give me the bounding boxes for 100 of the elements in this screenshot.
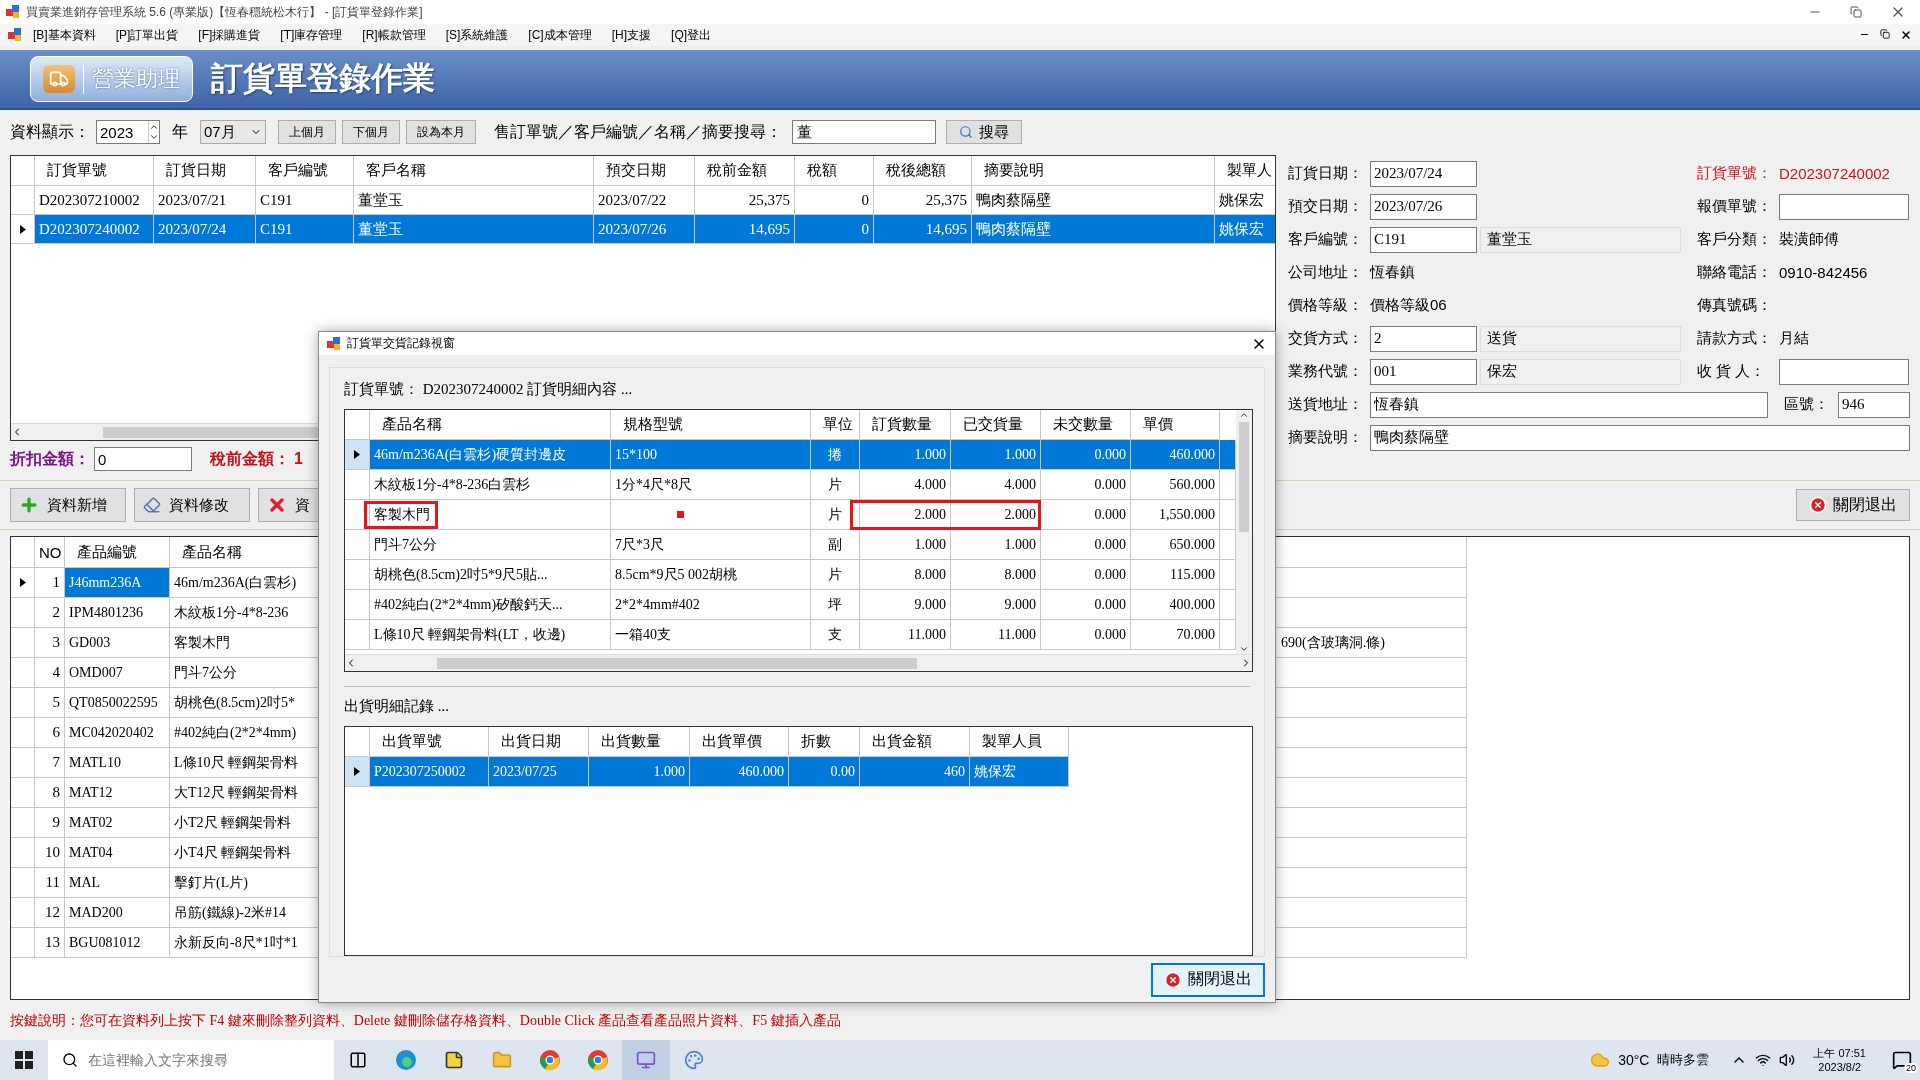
down-icon[interactable]	[149, 132, 159, 142]
action-button[interactable]: 資料修改	[134, 488, 250, 522]
horizontal-scrollbar[interactable]	[345, 654, 1252, 672]
field-label: 訂貨單號：	[1697, 164, 1773, 183]
table-cell: 11.000	[860, 620, 951, 651]
text-field[interactable]: 946	[1838, 391, 1910, 418]
field-label: 預交日期：	[1288, 197, 1364, 216]
row-header[interactable]	[345, 757, 370, 788]
name-display: 送貨	[1480, 325, 1681, 352]
row-header[interactable]	[11, 568, 35, 598]
table-cell: 姚保宏	[970, 757, 1069, 788]
table-row[interactable]: 胡桃色(8.5cm)2吋5*9尺5貼... 8.5cm*9尺5 002胡桃 片 8.000 8.000 0.000 115.000	[345, 560, 1236, 591]
table-row[interactable]: 客製木門 片 2.000 2.000 0.000 1,550.000	[345, 500, 1236, 531]
field-label: 交貨方式：	[1288, 329, 1364, 348]
close-icon[interactable]	[1900, 29, 1912, 41]
table-row[interactable]: #402純白(2*2*4mm)矽酸鈣天... 2*2*4mm#402 坪 9.000 9.000 0.000 400.000	[345, 590, 1236, 621]
text-field[interactable]: 2023/07/26	[1370, 193, 1477, 220]
table-cell: MC042020402	[65, 718, 170, 748]
weather-icon	[1590, 1050, 1611, 1070]
up-icon[interactable]	[149, 122, 159, 132]
search-field[interactable]: 董	[792, 120, 936, 144]
field-label: 摘要說明：	[1288, 428, 1364, 447]
close-button[interactable]: 關閉退出	[1151, 962, 1265, 997]
order-number: D202307240002	[1779, 165, 1890, 182]
badge-label: 營業助理	[83, 64, 180, 94]
vertical-scrollbar[interactable]	[1236, 410, 1252, 655]
table-cell: 2023/07/25	[489, 757, 589, 788]
row-pointer-icon	[19, 578, 26, 587]
table-cell: QT0850022595	[65, 688, 170, 718]
menu-item[interactable]: [T]庫存管理	[271, 24, 352, 46]
month-button[interactable]: 設為本月	[406, 120, 476, 144]
app-window-icon[interactable]	[622, 1040, 670, 1080]
table-cell: P202307250002	[370, 757, 489, 788]
row-pointer-icon	[354, 450, 360, 460]
table-cell: L條10尺 輕鋼架骨料(LT，收邊)	[370, 620, 611, 651]
field-value: 價格等級06	[1370, 296, 1447, 315]
table-cell: C191	[256, 215, 354, 244]
table-row[interactable]: 46m/m236A(白雲杉)硬質封邊皮 15*100 捲 1.000 1.000 0.000 460.000	[345, 440, 1236, 471]
month-dropdown[interactable]: 07月	[200, 120, 266, 144]
clock[interactable]: 上午 07:51 2023/8/2	[1803, 1046, 1876, 1074]
month-button[interactable]: 下個月	[342, 120, 400, 144]
menu-item[interactable]: [B]基本資料	[24, 24, 105, 46]
dialog-title: 訂貨單交貨記錄視窗	[347, 335, 456, 353]
text-field[interactable]: 2023/07/24	[1370, 160, 1477, 187]
search-button[interactable]: 搜尋	[946, 120, 1022, 144]
row-pointer-icon	[354, 767, 360, 777]
table-row[interactable]: D202307210002 2023/07/21 C191 董堂玉 2023/07/22 25,375 0 25,375 鴨肉蔡隔壁 姚保宏	[11, 186, 1275, 215]
search-label: 售訂單號／客戶編號／名稱／摘要搜尋：	[494, 121, 782, 142]
field-value: 裝潢師傅	[1779, 230, 1839, 249]
weather-text: 晴時多雲	[1657, 1051, 1710, 1069]
table-cell: 0.000	[1041, 620, 1131, 651]
restore-icon[interactable]	[1880, 29, 1890, 39]
text-field[interactable]: 恆春鎮	[1370, 391, 1768, 418]
volume-icon[interactable]	[1779, 1052, 1796, 1068]
table-cell: MAL	[65, 868, 170, 898]
table-row[interactable]: 門斗7公分 7尺*3尺 副 1.000 1.000 0.000 650.000	[345, 530, 1236, 561]
action-button[interactable]: 資料新增	[10, 488, 126, 522]
table-cell: 4.000	[951, 470, 1041, 501]
search-icon	[959, 125, 973, 139]
menu-item[interactable]: [Q]登出	[662, 24, 721, 46]
field-label: 送貨地址：	[1288, 395, 1364, 414]
marker-square	[677, 511, 684, 519]
code-field[interactable]: 2	[1370, 325, 1477, 352]
code-field[interactable]: 001	[1370, 358, 1477, 385]
app-icon	[8, 28, 22, 42]
discount-field[interactable]: 0	[94, 447, 192, 471]
row-header[interactable]	[345, 440, 370, 471]
table-cell: MAD200	[65, 898, 170, 928]
field-label: 訂貨日期：	[1288, 164, 1364, 183]
menu-item[interactable]: [H]支援	[602, 24, 661, 46]
temperature: 30°C	[1618, 1052, 1650, 1068]
table-row[interactable]: L條10尺 輕鋼架骨料(LT，收邊) 一箱40支 支 11.000 11.000 0.000 70.000	[345, 620, 1236, 651]
field-label: 報價單號：	[1697, 197, 1773, 216]
table-row[interactable]: D202307240002 2023/07/24 C191 董堂玉 2023/07/26 14,695 0 14,695 鴨肉蔡隔壁 姚保宏	[11, 215, 1275, 244]
plus-icon	[19, 495, 39, 515]
field-label: 業務代號：	[1288, 362, 1364, 381]
table-cell: 14,695	[874, 215, 972, 244]
table-cell: 支	[811, 620, 860, 651]
menu-item[interactable]: [F]採購進貨	[189, 24, 270, 46]
field-label: 請款方式：	[1697, 329, 1773, 348]
discount-label: 折扣金額：	[10, 448, 90, 469]
menu-item[interactable]: [S]系統維護	[436, 24, 518, 46]
text-field[interactable]: 鴨肉蔡隔壁	[1370, 424, 1910, 451]
table-cell: D202307240002	[35, 215, 154, 244]
menu-item[interactable]: [P]訂單出貨	[106, 24, 188, 46]
field-label: 價格等級：	[1288, 296, 1364, 315]
month-button[interactable]: 上個月	[278, 120, 336, 144]
menu-item[interactable]: [C]成本管理	[519, 24, 601, 46]
code-field[interactable]: C191	[1370, 226, 1477, 253]
close-button[interactable]: 關閉退出	[1796, 489, 1910, 521]
table-cell: 2023/07/26	[594, 215, 695, 244]
taskbar-search-field[interactable]: 在這裡輸入文字來搜尋	[48, 1040, 334, 1080]
table-row[interactable]: P202307250002 2023/07/25 1.000 460.000 0.00 460 姚保宏	[345, 757, 1069, 788]
table-row[interactable]: 木紋板1分-4*8-236白雲杉 1分*4尺*8尺 片 4.000 4.000 0.000 560.000	[345, 470, 1236, 501]
menu-item[interactable]: [R]帳款管理	[353, 24, 435, 46]
text-field[interactable]	[1779, 358, 1909, 385]
network-icon[interactable]	[1755, 1052, 1772, 1068]
row-header[interactable]	[11, 215, 35, 244]
year-spinner[interactable]: 2023	[96, 120, 160, 144]
text-field[interactable]	[1779, 193, 1909, 220]
